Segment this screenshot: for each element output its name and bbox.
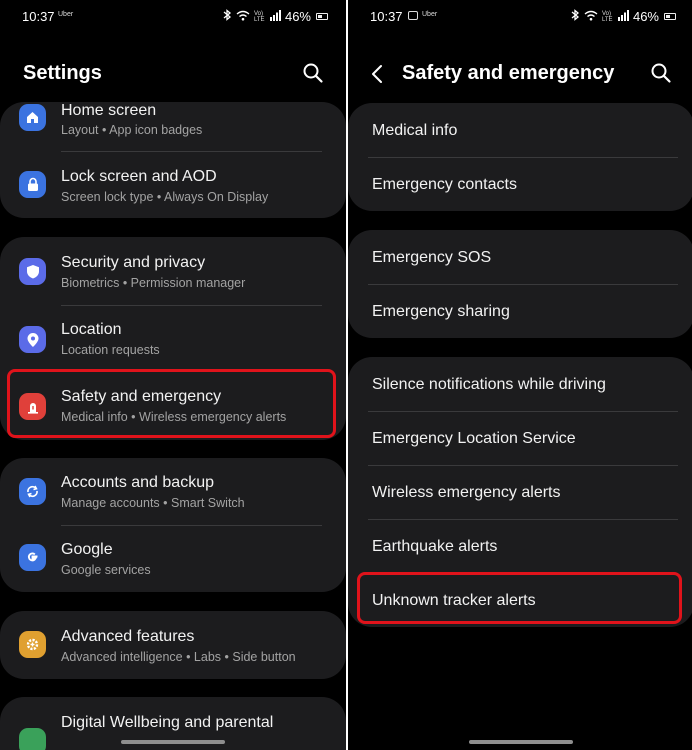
settings-item-advanced-features[interactable]: Advanced features Advanced intelligence … (0, 611, 346, 679)
safety-card-sos: Emergency SOS Emergency sharing (348, 230, 692, 338)
status-time: 10:37 (22, 9, 55, 24)
settings-item-lock-screen[interactable]: Lock screen and AOD Screen lock type • A… (0, 152, 346, 218)
item-title: Medical info (372, 122, 458, 139)
sync-icon (19, 478, 46, 505)
safety-item-emergency-contacts[interactable]: Emergency contacts (348, 157, 692, 211)
settings-item-security-privacy[interactable]: Security and privacy Biometrics • Permis… (0, 237, 346, 303)
item-title: Lock screen and AOD (61, 168, 217, 185)
item-subtitle: Google services (61, 563, 151, 577)
status-bar: 10:37 Uber Vo) LTE 46% (0, 0, 346, 34)
item-title: Emergency sharing (372, 303, 510, 320)
item-title: Earthquake alerts (372, 538, 498, 555)
settings-item-home-screen[interactable]: Home screen Layout • App icon badges (0, 102, 346, 152)
item-title: Emergency SOS (372, 249, 492, 266)
item-title: Security and privacy (61, 254, 206, 271)
gear-plus-icon (19, 631, 46, 658)
item-title: Digital Wellbeing and parental (61, 714, 274, 731)
item-title: Silence notifications while driving (372, 376, 606, 393)
item-subtitle: Biometrics • Permission manager (61, 276, 246, 290)
safety-emergency-screen: 10:37 Uber Vo) LTE 46% Safety and emerge… (348, 0, 692, 750)
status-icons: Vo) LTE 46% (571, 9, 676, 24)
safety-item-wireless-emergency-alerts[interactable]: Wireless emergency alerts (348, 465, 692, 519)
status-time: 10:37 (370, 9, 403, 24)
item-title: Emergency Location Service (372, 430, 576, 447)
safety-item-emergency-sharing[interactable]: Emergency sharing (348, 284, 692, 338)
location-icon (19, 326, 46, 353)
wifi-icon (584, 9, 598, 24)
item-title: Home screen (61, 102, 157, 119)
signal-icon (617, 9, 629, 24)
settings-item-location[interactable]: Location Location requests (0, 305, 346, 371)
settings-header: Settings (0, 56, 346, 92)
settings-item-accounts-backup[interactable]: Accounts and backup Manage accounts • Sm… (0, 458, 346, 524)
battery-percent: 46% (284, 9, 311, 24)
signal-icon (269, 9, 281, 24)
search-icon[interactable] (650, 62, 674, 86)
item-subtitle: Screen lock type • Always On Display (61, 190, 269, 204)
volte-indicator: Vo) LTE (253, 10, 265, 23)
settings-card-advanced: Advanced features Advanced intelligence … (0, 611, 346, 679)
status-icons: Vo) LTE 46% (223, 9, 328, 24)
lock-icon (19, 171, 46, 198)
safety-item-emergency-sos[interactable]: Emergency SOS (348, 230, 692, 284)
item-subtitle: Layout • App icon badges (61, 123, 203, 137)
status-bar: 10:37 Uber Vo) LTE 46% (348, 0, 692, 34)
bluetooth-icon (223, 9, 232, 24)
item-title: Emergency contacts (372, 176, 517, 193)
item-title: Wireless emergency alerts (372, 484, 561, 501)
item-title: Accounts and backup (61, 474, 214, 491)
uber-notification-icon: Uber (422, 11, 438, 18)
battery-icon (664, 13, 676, 20)
wellbeing-icon (19, 728, 46, 750)
item-title: Google (61, 541, 113, 558)
item-subtitle: Location requests (61, 343, 160, 357)
battery-icon (316, 13, 328, 20)
back-button[interactable] (370, 64, 386, 84)
shield-icon (19, 258, 46, 285)
safety-item-medical-info[interactable]: Medical info (348, 103, 692, 157)
highlight-safety-emergency (7, 369, 336, 438)
settings-item-google[interactable]: Google Google services (0, 525, 346, 591)
google-icon (19, 544, 46, 571)
settings-card-accounts: Accounts and backup Manage accounts • Sm… (0, 458, 346, 592)
bluetooth-icon (571, 9, 580, 24)
safety-item-emergency-location-service[interactable]: Emergency Location Service (348, 411, 692, 465)
search-icon[interactable] (302, 62, 326, 86)
home-icon (19, 104, 46, 131)
safety-card-info: Medical info Emergency contacts (348, 103, 692, 211)
page-title: Safety and emergency (402, 62, 615, 84)
safety-item-silence-notifications[interactable]: Silence notifications while driving (348, 357, 692, 411)
uber-notification-icon: Uber (58, 11, 74, 18)
gallery-notification-icon (408, 11, 418, 20)
highlight-unknown-tracker-alerts (357, 572, 682, 624)
item-title: Location (61, 321, 122, 338)
item-title: Advanced features (61, 628, 195, 645)
home-indicator[interactable] (469, 740, 573, 744)
item-subtitle: Manage accounts • Smart Switch (61, 496, 245, 510)
settings-screen: 10:37 Uber Vo) LTE 46% Settings Home scr… (0, 0, 346, 750)
battery-percent: 46% (632, 9, 659, 24)
safety-header: Safety and emergency (348, 56, 692, 92)
wifi-icon (236, 9, 250, 24)
volte-indicator: Vo) LTE (601, 10, 613, 23)
page-title: Settings (23, 62, 102, 84)
home-indicator[interactable] (121, 740, 225, 744)
settings-card-display: Home screen Layout • App icon badges Loc… (0, 102, 346, 218)
safety-item-earthquake-alerts[interactable]: Earthquake alerts (348, 519, 692, 573)
item-subtitle: Advanced intelligence • Labs • Side butt… (61, 650, 296, 664)
